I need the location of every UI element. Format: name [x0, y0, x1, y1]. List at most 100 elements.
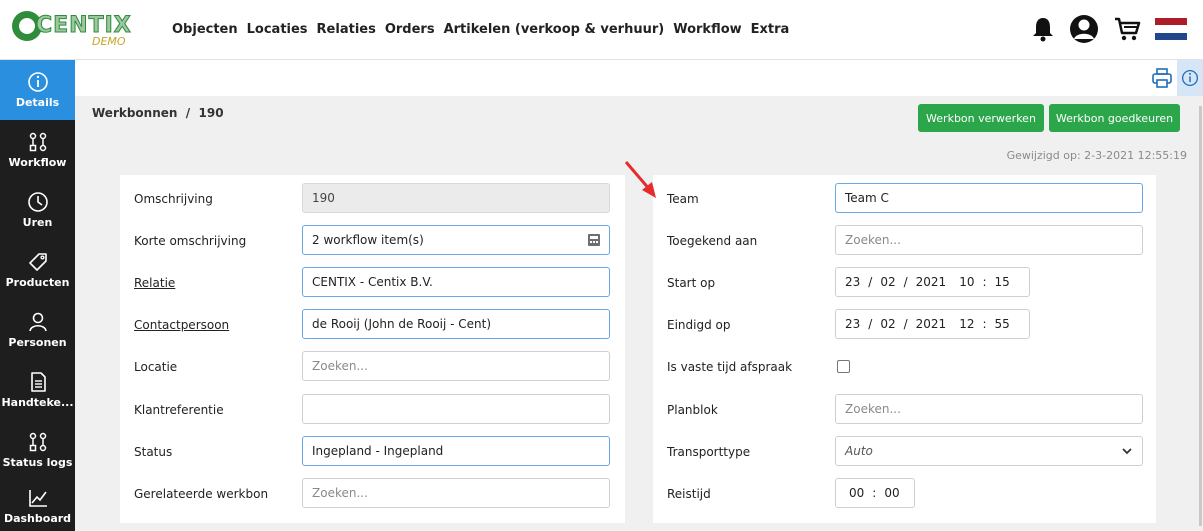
centix-logo[interactable]: CENTIX DEMO	[12, 7, 142, 53]
transporttype-select[interactable]: Auto	[835, 436, 1143, 466]
form-row-transporttype: Transporttype Auto	[653, 433, 1156, 473]
start-hour[interactable]: 10	[959, 275, 974, 289]
field-label: Omschrijving	[134, 192, 213, 206]
field-label: Locatie	[134, 360, 178, 374]
start-month[interactable]: 02	[880, 275, 895, 289]
sidebar-item-label: Producten	[5, 276, 70, 289]
start-minute[interactable]: 15	[995, 275, 1010, 289]
locatie-search-input[interactable]: Zoeken...	[302, 351, 610, 381]
top-icons	[1031, 14, 1187, 44]
toegekend-aan-search-input[interactable]: Zoeken...	[835, 225, 1143, 255]
action-toolbar	[75, 60, 1203, 96]
select-value: Auto	[845, 444, 873, 458]
end-datetime-input[interactable]: 23 / 02 / 2021 12 : 55	[835, 309, 1030, 339]
field-label: Gerelateerde werkbon	[134, 487, 269, 501]
approve-workorder-button[interactable]: Werkbon goedkeuren	[1049, 104, 1180, 132]
sidebar-item-workflow[interactable]: Workflow	[0, 120, 75, 180]
date-separator: /	[903, 317, 908, 331]
field-label: Is vaste tijd afspraak	[667, 360, 793, 374]
left-form-panel: Omschrijving 190 Korte omschrijving 2 wo…	[120, 175, 625, 523]
form-row-toegekend-aan: Toegekend aan Zoeken...	[653, 222, 1156, 262]
planblok-search-input[interactable]: Zoeken...	[835, 394, 1143, 424]
sidebar-item-details[interactable]: Details	[0, 60, 75, 120]
team-field[interactable]: Team C	[835, 183, 1143, 213]
nav-artikelen[interactable]: Artikelen (verkoop & verhuur)	[444, 22, 665, 37]
status-field[interactable]: Ingepland - Ingepland	[302, 436, 610, 466]
relatie-link[interactable]: Relatie	[134, 276, 175, 290]
sidebar-item-uren[interactable]: Uren	[0, 180, 75, 240]
time-separator: :	[982, 317, 987, 331]
form-row-gerelateerde-werkbon: Gerelateerde werkbon Zoeken...	[120, 475, 625, 515]
end-month[interactable]: 02	[880, 317, 895, 331]
form-row-team: Team Team C	[653, 180, 1156, 220]
page-scrollbar-thumb[interactable]	[1199, 106, 1202, 526]
end-day[interactable]: 23	[845, 317, 860, 331]
sidebar-item-label: Uren	[22, 216, 53, 229]
sidebar-item-handtekening[interactable]: Handteke...	[0, 360, 75, 420]
field-label: Eindigd op	[667, 318, 731, 332]
form-row-contactpersoon: Contactpersoon de Rooij (John de Rooij -…	[120, 306, 625, 346]
cart-icon[interactable]	[1113, 16, 1141, 42]
contactpersoon-field[interactable]: de Rooij (John de Rooij - Cent)	[302, 309, 610, 339]
nav-extra[interactable]: Extra	[751, 22, 790, 37]
sidebar-item-label: Personen	[8, 336, 67, 349]
person-icon	[28, 312, 47, 332]
form-row-reistijd: Reistijd 00 : 00	[653, 475, 1156, 515]
form-row-locatie: Locatie Zoeken...	[120, 348, 625, 388]
sidebar-item-status-logs[interactable]: Status logs	[0, 420, 75, 480]
end-hour[interactable]: 12	[959, 317, 974, 331]
user-icon[interactable]	[1069, 14, 1099, 44]
nav-locaties[interactable]: Locaties	[247, 22, 308, 37]
sidebar-item-label: Details	[15, 96, 60, 109]
end-minute[interactable]: 55	[995, 317, 1010, 331]
form-row-eindigd-op: Eindigd op 23 / 02 / 2021 12 : 55	[653, 306, 1156, 346]
field-label: Start op	[667, 276, 716, 290]
breadcrumb[interactable]: Werkbonnen / 190	[92, 106, 224, 120]
date-separator: /	[868, 275, 873, 289]
info-panel-toggle[interactable]	[1177, 60, 1203, 96]
modified-timestamp: Gewijzigd op: 2-3-2021 12:55:19	[1006, 149, 1187, 162]
nav-objecten[interactable]: Objecten	[172, 22, 238, 37]
date-separator: /	[903, 275, 908, 289]
klantreferentie-input[interactable]	[302, 394, 610, 424]
form-row-start-op: Start op 23 / 02 / 2021 10 : 15	[653, 264, 1156, 304]
form-row-klantreferentie: Klantreferentie	[120, 391, 625, 431]
reistijd-time-input[interactable]: 00 : 00	[835, 478, 915, 508]
sidebar-item-producten[interactable]: Producten	[0, 240, 75, 300]
sidebar-item-dashboard[interactable]: Dashboard	[0, 480, 75, 531]
gerelateerde-werkbon-search-input[interactable]: Zoeken...	[302, 478, 610, 508]
field-label: Status	[134, 445, 173, 459]
calculator-icon[interactable]	[587, 233, 601, 247]
form-row-korte-omschrijving: Korte omschrijving 2 workflow item(s)	[120, 222, 625, 262]
time-separator: :	[982, 275, 987, 289]
vaste-tijd-checkbox[interactable]	[837, 360, 850, 373]
nav-workflow[interactable]: Workflow	[673, 22, 741, 37]
sidebar-item-label: Handteke...	[1, 396, 74, 409]
sidebar-item-label: Dashboard	[3, 511, 72, 525]
end-year[interactable]: 2021	[916, 317, 947, 331]
sidebar-item-label: Status logs	[2, 456, 73, 469]
nav-relaties[interactable]: Relaties	[317, 22, 376, 37]
korte-omschrijving-field[interactable]: 2 workflow item(s)	[302, 225, 610, 255]
start-day[interactable]: 23	[845, 275, 860, 289]
print-icon[interactable]	[1151, 67, 1173, 89]
sidebar-item-personen[interactable]: Personen	[0, 300, 75, 360]
field-label: Team	[667, 192, 699, 206]
nav-orders[interactable]: Orders	[385, 22, 435, 37]
dutch-flag-icon[interactable]	[1155, 18, 1187, 40]
form-row-planblok: Planblok Zoeken...	[653, 391, 1156, 431]
relatie-field[interactable]: CENTIX - Centix B.V.	[302, 267, 610, 297]
travel-hour[interactable]: 00	[849, 486, 864, 500]
document-icon	[30, 372, 46, 392]
contactpersoon-link[interactable]: Contactpersoon	[134, 318, 229, 332]
start-datetime-input[interactable]: 23 / 02 / 2021 10 : 15	[835, 267, 1030, 297]
field-label: Klantreferentie	[134, 403, 224, 417]
start-year[interactable]: 2021	[916, 275, 947, 289]
travel-minute[interactable]: 00	[884, 486, 899, 500]
tag-icon	[28, 253, 47, 271]
bell-icon[interactable]	[1031, 16, 1055, 42]
form-row-omschrijving: Omschrijving 190	[120, 180, 625, 220]
process-workorder-button[interactable]: Werkbon verwerken	[918, 104, 1044, 132]
form-row-status: Status Ingepland - Ingepland	[120, 433, 625, 473]
field-label: Korte omschrijving	[134, 234, 247, 248]
